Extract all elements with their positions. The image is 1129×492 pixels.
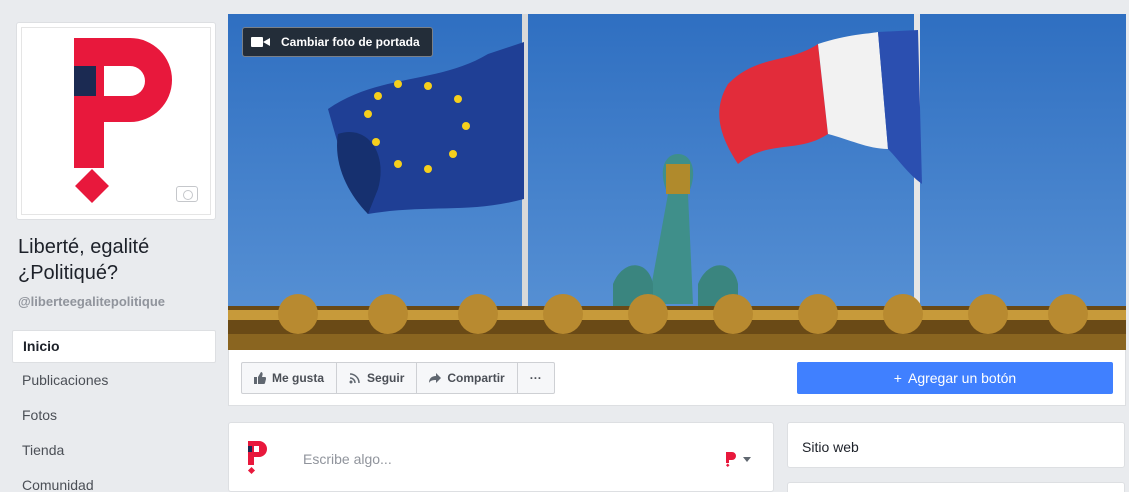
- camera-icon[interactable]: [176, 186, 198, 202]
- change-cover-button[interactable]: Cambiar foto de portada: [242, 27, 433, 57]
- post-as-selector[interactable]: [725, 451, 751, 467]
- follow-label: Seguir: [367, 371, 405, 385]
- cover-photo[interactable]: Cambiar foto de portada: [228, 14, 1126, 350]
- page-nav: Inicio Publicaciones Fotos Tienda Comuni…: [12, 330, 216, 492]
- cover-image: [228, 14, 1126, 350]
- like-label: Me gusta: [272, 371, 325, 385]
- page-title: Liberté, egalité ¿Politiqué?: [18, 236, 150, 284]
- add-button-cta[interactable]: + Agregar un botón: [797, 362, 1113, 394]
- share-button[interactable]: Compartir: [416, 362, 518, 394]
- chevron-down-icon: [743, 456, 751, 462]
- video-camera-icon: [251, 36, 271, 48]
- follow-button[interactable]: Seguir: [336, 362, 418, 394]
- profile-picture[interactable]: [16, 22, 216, 220]
- post-composer[interactable]: Escribe algo...: [228, 422, 774, 492]
- more-icon: ···: [529, 371, 542, 385]
- composer-input[interactable]: Escribe algo...: [303, 451, 392, 467]
- left-column: Liberté, egalité ¿Politiqué? @liberteega…: [0, 0, 228, 492]
- plus-icon: +: [893, 370, 902, 386]
- share-arrow-icon: [429, 373, 442, 383]
- website-widget[interactable]: Sitio web: [787, 422, 1125, 468]
- sidebar-widget-2: [787, 482, 1125, 492]
- add-button-label: Agregar un botón: [907, 370, 1017, 386]
- page-logo-icon: [725, 452, 736, 467]
- nav-item-comunidad[interactable]: Comunidad: [12, 468, 216, 492]
- nav-item-tienda[interactable]: Tienda: [12, 433, 216, 468]
- thumbs-up-icon: [254, 372, 266, 384]
- page-action-bar: Me gusta Seguir Compartir ··· + Agregar …: [228, 350, 1126, 406]
- page-handle[interactable]: @liberteegalitepolitique: [18, 294, 165, 309]
- like-button[interactable]: Me gusta: [241, 362, 338, 394]
- nav-item-publicaciones[interactable]: Publicaciones: [12, 363, 216, 398]
- rss-icon: [349, 373, 360, 384]
- profile-logo: [21, 27, 211, 215]
- share-label: Compartir: [447, 371, 505, 385]
- nav-item-fotos[interactable]: Fotos: [12, 398, 216, 433]
- more-button[interactable]: ···: [516, 362, 555, 394]
- avatar: [245, 439, 271, 480]
- nav-item-inicio[interactable]: Inicio: [12, 330, 216, 363]
- widget-title: Sitio web: [802, 439, 859, 455]
- action-button-group: Me gusta Seguir Compartir ···: [241, 362, 555, 394]
- change-cover-label: Cambiar foto de portada: [281, 35, 420, 49]
